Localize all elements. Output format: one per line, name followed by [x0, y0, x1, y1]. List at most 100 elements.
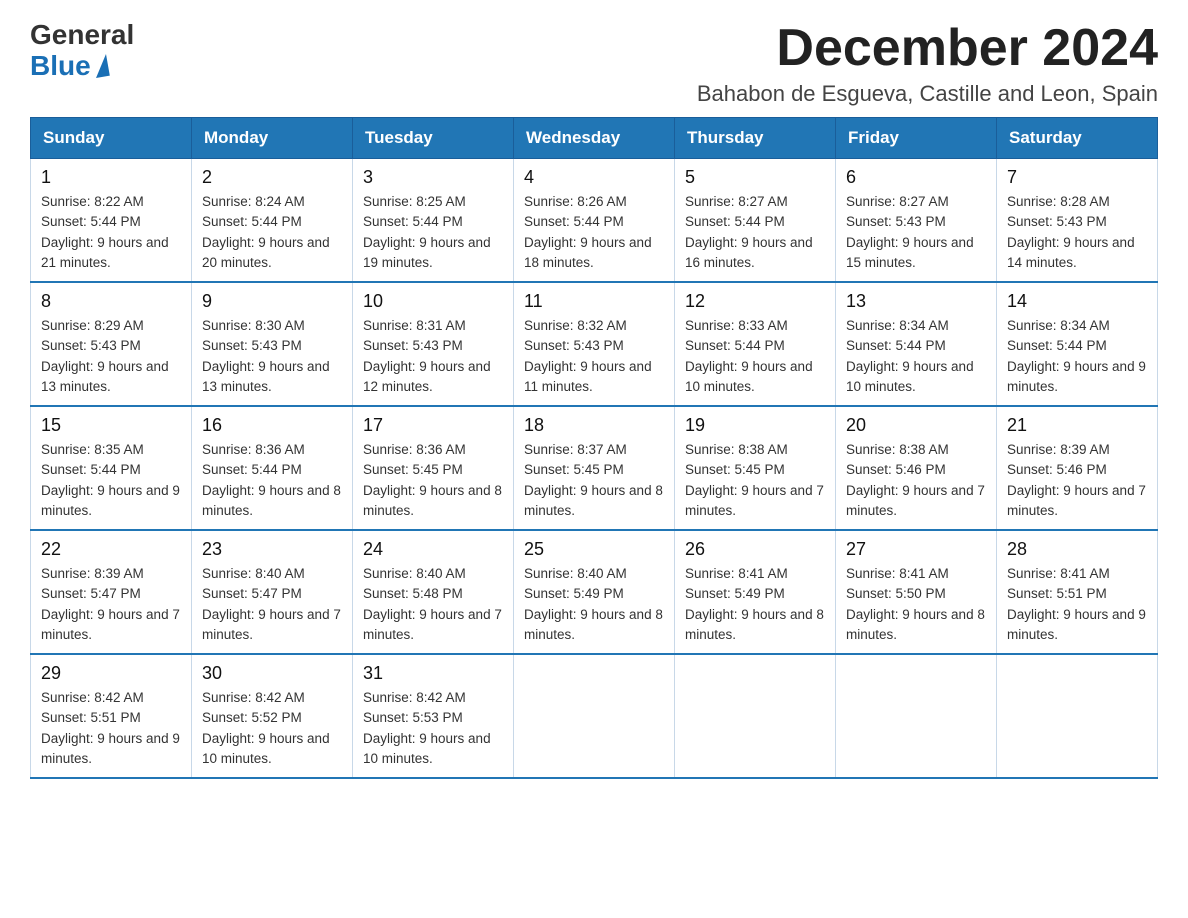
day-cell-30: 30 Sunrise: 8:42 AMSunset: 5:52 PMDayligh… — [192, 654, 353, 778]
day-number: 27 — [846, 539, 986, 560]
logo-blue-text: Blue — [30, 51, 108, 82]
day-cell-10: 10 Sunrise: 8:31 AMSunset: 5:43 PMDayligh… — [353, 282, 514, 406]
day-cell-13: 13Sunrise: 8:34 AMSunset: 5:44 PMDayligh… — [836, 282, 997, 406]
day-number: 20 — [846, 415, 986, 436]
empty-cell — [997, 654, 1158, 778]
day-info: Sunrise: 8:28 AMSunset: 5:43 PMDaylight:… — [1007, 192, 1147, 273]
day-cell-7: 7Sunrise: 8:28 AMSunset: 5:43 PMDaylight… — [997, 159, 1158, 283]
day-cell-29: 29Sunrise: 8:42 AMSunset: 5:51 PMDayligh… — [31, 654, 192, 778]
header-cell-sunday: Sunday — [31, 118, 192, 159]
logo-general-text: General — [30, 20, 134, 51]
day-number: 15 — [41, 415, 181, 436]
day-cell-3: 3 Sunrise: 8:25 AMSunset: 5:44 PMDaylight… — [353, 159, 514, 283]
week-row-2: 8 Sunrise: 8:29 AMSunset: 5:43 PMDaylight… — [31, 282, 1158, 406]
header-cell-saturday: Saturday — [997, 118, 1158, 159]
day-info: Sunrise: 8:27 AMSunset: 5:43 PMDaylight:… — [846, 192, 986, 273]
day-info: Sunrise: 8:40 AMSunset: 5:47 PMDaylight:… — [202, 564, 342, 645]
day-info: Sunrise: 8:27 AMSunset: 5:44 PMDaylight:… — [685, 192, 825, 273]
day-info: Sunrise: 8:42 AMSunset: 5:52 PMDaylight:… — [202, 688, 342, 769]
day-cell-25: 25Sunrise: 8:40 AMSunset: 5:49 PMDayligh… — [514, 530, 675, 654]
day-info: Sunrise: 8:29 AMSunset: 5:43 PMDaylight:… — [41, 316, 181, 397]
logo: General Blue — [30, 20, 134, 82]
empty-cell — [514, 654, 675, 778]
day-info: Sunrise: 8:39 AMSunset: 5:47 PMDaylight:… — [41, 564, 181, 645]
page-header: General Blue December 2024 Bahabon de Es… — [30, 20, 1158, 107]
day-info: Sunrise: 8:37 AMSunset: 5:45 PMDaylight:… — [524, 440, 664, 521]
day-info: Sunrise: 8:26 AMSunset: 5:44 PMDaylight:… — [524, 192, 664, 273]
header-cell-thursday: Thursday — [675, 118, 836, 159]
day-number: 21 — [1007, 415, 1147, 436]
day-info: Sunrise: 8:41 AMSunset: 5:50 PMDaylight:… — [846, 564, 986, 645]
day-number: 10 — [363, 291, 503, 312]
day-cell-8: 8 Sunrise: 8:29 AMSunset: 5:43 PMDaylight… — [31, 282, 192, 406]
day-cell-26: 26Sunrise: 8:41 AMSunset: 5:49 PMDayligh… — [675, 530, 836, 654]
day-number: 12 — [685, 291, 825, 312]
day-number: 13 — [846, 291, 986, 312]
day-info: Sunrise: 8:38 AMSunset: 5:45 PMDaylight:… — [685, 440, 825, 521]
day-cell-5: 5 Sunrise: 8:27 AMSunset: 5:44 PMDaylight… — [675, 159, 836, 283]
day-info: Sunrise: 8:36 AMSunset: 5:44 PMDaylight:… — [202, 440, 342, 521]
day-cell-24: 24Sunrise: 8:40 AMSunset: 5:48 PMDayligh… — [353, 530, 514, 654]
day-cell-27: 27 Sunrise: 8:41 AMSunset: 5:50 PMDayligh… — [836, 530, 997, 654]
day-info: Sunrise: 8:40 AMSunset: 5:48 PMDaylight:… — [363, 564, 503, 645]
day-cell-28: 28 Sunrise: 8:41 AMSunset: 5:51 PMDayligh… — [997, 530, 1158, 654]
day-info: Sunrise: 8:30 AMSunset: 5:43 PMDaylight:… — [202, 316, 342, 397]
header-row: SundayMondayTuesdayWednesdayThursdayFrid… — [31, 118, 1158, 159]
day-number: 14 — [1007, 291, 1147, 312]
day-cell-23: 23 Sunrise: 8:40 AMSunset: 5:47 PMDayligh… — [192, 530, 353, 654]
day-cell-14: 14 Sunrise: 8:34 AMSunset: 5:44 PMDayligh… — [997, 282, 1158, 406]
day-number: 1 — [41, 167, 181, 188]
logo-triangle-icon — [92, 54, 110, 78]
day-info: Sunrise: 8:41 AMSunset: 5:51 PMDaylight:… — [1007, 564, 1147, 645]
header-cell-friday: Friday — [836, 118, 997, 159]
day-number: 29 — [41, 663, 181, 684]
day-info: Sunrise: 8:32 AMSunset: 5:43 PMDaylight:… — [524, 316, 664, 397]
day-info: Sunrise: 8:35 AMSunset: 5:44 PMDaylight:… — [41, 440, 181, 521]
day-cell-16: 16 Sunrise: 8:36 AMSunset: 5:44 PMDayligh… — [192, 406, 353, 530]
day-info: Sunrise: 8:33 AMSunset: 5:44 PMDaylight:… — [685, 316, 825, 397]
day-cell-4: 4Sunrise: 8:26 AMSunset: 5:44 PMDaylight… — [514, 159, 675, 283]
location-title: Bahabon de Esgueva, Castille and Leon, S… — [697, 81, 1158, 107]
day-number: 8 — [41, 291, 181, 312]
day-info: Sunrise: 8:39 AMSunset: 5:46 PMDaylight:… — [1007, 440, 1147, 521]
week-row-3: 15 Sunrise: 8:35 AMSunset: 5:44 PMDayligh… — [31, 406, 1158, 530]
calendar-table: SundayMondayTuesdayWednesdayThursdayFrid… — [30, 117, 1158, 779]
day-cell-6: 6Sunrise: 8:27 AMSunset: 5:43 PMDaylight… — [836, 159, 997, 283]
week-row-1: 1 Sunrise: 8:22 AMSunset: 5:44 PMDaylight… — [31, 159, 1158, 283]
day-info: Sunrise: 8:36 AMSunset: 5:45 PMDaylight:… — [363, 440, 503, 521]
day-number: 28 — [1007, 539, 1147, 560]
header-cell-wednesday: Wednesday — [514, 118, 675, 159]
day-cell-21: 21 Sunrise: 8:39 AMSunset: 5:46 PMDayligh… — [997, 406, 1158, 530]
day-number: 19 — [685, 415, 825, 436]
day-info: Sunrise: 8:22 AMSunset: 5:44 PMDaylight:… — [41, 192, 181, 273]
day-cell-19: 19 Sunrise: 8:38 AMSunset: 5:45 PMDayligh… — [675, 406, 836, 530]
day-info: Sunrise: 8:25 AMSunset: 5:44 PMDaylight:… — [363, 192, 503, 273]
day-number: 31 — [363, 663, 503, 684]
day-info: Sunrise: 8:31 AMSunset: 5:43 PMDaylight:… — [363, 316, 503, 397]
calendar-header: SundayMondayTuesdayWednesdayThursdayFrid… — [31, 118, 1158, 159]
day-cell-31: 31 Sunrise: 8:42 AMSunset: 5:53 PMDayligh… — [353, 654, 514, 778]
day-number: 5 — [685, 167, 825, 188]
day-number: 30 — [202, 663, 342, 684]
day-info: Sunrise: 8:40 AMSunset: 5:49 PMDaylight:… — [524, 564, 664, 645]
day-cell-20: 20Sunrise: 8:38 AMSunset: 5:46 PMDayligh… — [836, 406, 997, 530]
day-cell-1: 1 Sunrise: 8:22 AMSunset: 5:44 PMDaylight… — [31, 159, 192, 283]
day-number: 18 — [524, 415, 664, 436]
title-block: December 2024 Bahabon de Esgueva, Castil… — [697, 20, 1158, 107]
day-info: Sunrise: 8:41 AMSunset: 5:49 PMDaylight:… — [685, 564, 825, 645]
day-info: Sunrise: 8:42 AMSunset: 5:53 PMDaylight:… — [363, 688, 503, 769]
day-number: 23 — [202, 539, 342, 560]
empty-cell — [675, 654, 836, 778]
day-cell-11: 11Sunrise: 8:32 AMSunset: 5:43 PMDayligh… — [514, 282, 675, 406]
day-cell-12: 12 Sunrise: 8:33 AMSunset: 5:44 PMDayligh… — [675, 282, 836, 406]
day-number: 16 — [202, 415, 342, 436]
day-number: 3 — [363, 167, 503, 188]
day-info: Sunrise: 8:34 AMSunset: 5:44 PMDaylight:… — [1007, 316, 1147, 397]
week-row-4: 22Sunrise: 8:39 AMSunset: 5:47 PMDayligh… — [31, 530, 1158, 654]
calendar-body: 1 Sunrise: 8:22 AMSunset: 5:44 PMDaylight… — [31, 159, 1158, 779]
header-cell-monday: Monday — [192, 118, 353, 159]
empty-cell — [836, 654, 997, 778]
day-number: 9 — [202, 291, 342, 312]
month-title: December 2024 — [697, 20, 1158, 77]
header-cell-tuesday: Tuesday — [353, 118, 514, 159]
